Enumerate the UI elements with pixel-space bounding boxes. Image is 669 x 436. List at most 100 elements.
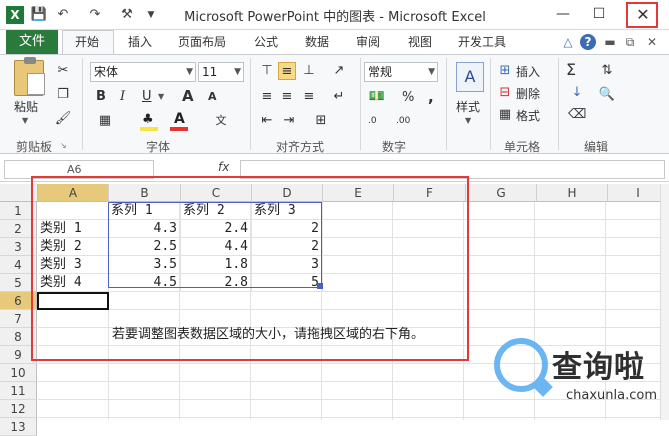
delete-cells-button[interactable]: 删除 xyxy=(516,85,540,102)
clear-icon[interactable]: ⌫ xyxy=(568,106,586,124)
bold-button[interactable]: B xyxy=(96,89,106,104)
italic-button[interactable]: I xyxy=(120,89,125,104)
workbook-restore-icon[interactable]: ⧉ xyxy=(622,34,638,50)
watermark-url: chaxunla.com xyxy=(566,388,657,403)
format-painter-icon[interactable]: 🖌 xyxy=(54,110,72,128)
number-format-value: 常规 xyxy=(368,65,393,79)
group-separator xyxy=(82,58,83,150)
cut-icon[interactable]: ✂ xyxy=(54,62,72,80)
styles-dropdown-icon[interactable]: ▼ xyxy=(465,116,471,125)
styles-button[interactable]: 样式 xyxy=(456,98,480,115)
tab-formulas[interactable]: 公式 xyxy=(254,30,278,54)
format-cells-button[interactable]: 格式 xyxy=(516,107,540,124)
chevron-down-icon: ▼ xyxy=(186,67,193,77)
column-header-g[interactable]: G xyxy=(466,184,537,202)
grow-font-button[interactable]: A xyxy=(182,87,194,105)
percent-button[interactable]: % xyxy=(402,90,414,105)
underline-button[interactable]: U xyxy=(142,89,152,104)
redo-icon[interactable]: ↷ xyxy=(86,6,104,24)
maximize-button[interactable]: ☐ xyxy=(584,2,614,26)
align-middle-icon[interactable]: ≡ xyxy=(278,62,296,80)
undo-icon[interactable]: ↶ xyxy=(54,6,72,24)
row-header-11[interactable]: 11 xyxy=(0,382,37,400)
workbook-close-icon[interactable]: ✕ xyxy=(644,34,660,50)
number-format-combo[interactable]: 常规 ▼ xyxy=(364,62,438,82)
tab-home[interactable]: 开始 xyxy=(75,30,99,54)
align-left-icon[interactable]: ≡ xyxy=(258,88,276,106)
find-select-icon[interactable]: 🔍 xyxy=(598,86,616,104)
font-name-value: 宋体 xyxy=(94,65,119,79)
paste-label[interactable]: 粘贴 xyxy=(14,98,38,115)
align-top-icon[interactable]: ⊤ xyxy=(258,62,276,80)
wrap-text-icon[interactable]: ↵ xyxy=(330,88,348,106)
row-header-10[interactable]: 10 xyxy=(0,364,37,382)
chevron-down-icon: ▼ xyxy=(234,67,241,77)
comma-button[interactable]: , xyxy=(428,88,434,106)
copy-icon[interactable]: ❐ xyxy=(54,86,72,104)
tab-review[interactable]: 审阅 xyxy=(356,30,380,54)
autosum-button[interactable]: Σ xyxy=(566,60,576,79)
orientation-icon[interactable]: ↗ xyxy=(330,62,348,80)
insert-cells-button[interactable]: 插入 xyxy=(516,63,540,80)
row-header-12[interactable]: 12 xyxy=(0,400,37,418)
insert-cells-icon[interactable]: ⊞ xyxy=(496,62,514,80)
highlight-box-data xyxy=(31,176,469,361)
fill-color-icon[interactable]: ♣ xyxy=(140,112,158,131)
sort-filter-icon[interactable]: ⇅ xyxy=(598,62,616,80)
group-separator xyxy=(446,58,447,150)
delete-cells-icon[interactable]: ⊟ xyxy=(496,84,514,102)
tab-page-layout[interactable]: 页面布局 xyxy=(178,30,226,54)
save-icon[interactable]: 💾 xyxy=(30,6,48,24)
borders-icon[interactable]: ▦ xyxy=(96,112,114,130)
group-label-cells: 单元格 xyxy=(504,140,541,154)
tab-developer[interactable]: 开发工具 xyxy=(458,30,506,54)
group-label-clipboard: 剪贴板 xyxy=(16,140,53,154)
tab-file[interactable]: 文件 xyxy=(6,30,58,54)
merge-center-icon[interactable]: ⊞ xyxy=(312,112,330,130)
window-title: Microsoft PowerPoint 中的图表 - Microsoft Ex… xyxy=(184,10,486,25)
tab-data[interactable]: 数据 xyxy=(305,30,329,54)
font-size-value: 11 xyxy=(202,65,218,79)
tab-view[interactable]: 视图 xyxy=(408,30,432,54)
decrease-indent-icon[interactable]: ⇤ xyxy=(258,112,276,130)
customize-icon[interactable]: ▼ xyxy=(142,6,160,24)
watermark-text: 查询啦 xyxy=(552,350,645,385)
paste-dropdown-icon[interactable]: ▼ xyxy=(22,116,28,125)
group-separator xyxy=(558,58,559,150)
minimize-button[interactable]: — xyxy=(548,2,578,26)
align-center-icon[interactable]: ≡ xyxy=(278,88,296,106)
paste-icon[interactable] xyxy=(14,57,45,96)
decrease-decimal-button[interactable]: .00 xyxy=(396,116,410,126)
group-separator xyxy=(360,58,361,150)
clipboard-launcher-icon[interactable]: ↘ xyxy=(60,141,67,150)
help-icon[interactable]: ? xyxy=(580,34,596,50)
font-name-combo[interactable]: 宋体 ▼ xyxy=(90,62,196,82)
font-size-combo[interactable]: 11 ▼ xyxy=(198,62,244,82)
group-label-alignment: 对齐方式 xyxy=(276,140,325,154)
column-header-h[interactable]: H xyxy=(537,184,608,202)
phonetic-icon[interactable]: 文 xyxy=(212,112,230,130)
vertical-scrollbar[interactable] xyxy=(660,184,669,420)
group-label-editing: 编辑 xyxy=(584,140,609,154)
tools-icon[interactable]: ⚒ xyxy=(118,6,136,24)
chevron-down-icon: ▼ xyxy=(428,67,435,77)
shrink-font-button[interactable]: A xyxy=(208,90,217,103)
row-header-13[interactable]: 13 xyxy=(0,418,37,436)
increase-indent-icon[interactable]: ⇥ xyxy=(280,112,298,130)
align-right-icon[interactable]: ≡ xyxy=(300,88,318,106)
tab-insert[interactable]: 插入 xyxy=(128,30,152,54)
currency-icon[interactable]: 💵 xyxy=(368,88,386,106)
fill-icon[interactable]: ↓ xyxy=(568,84,586,102)
workbook-minimize-icon[interactable]: ▬ xyxy=(602,34,618,50)
close-button[interactable]: ✕ xyxy=(628,3,658,27)
increase-decimal-button[interactable]: .0 xyxy=(368,116,377,126)
group-separator xyxy=(250,58,251,150)
format-cells-icon[interactable]: ▦ xyxy=(496,106,514,124)
group-label-number: 数字 xyxy=(382,140,407,154)
underline-dropdown-icon[interactable]: ▼ xyxy=(158,92,164,101)
align-bottom-icon[interactable]: ⊥ xyxy=(300,62,318,80)
styles-icon[interactable]: A xyxy=(456,62,484,92)
minimize-ribbon-icon[interactable]: △ xyxy=(560,34,576,50)
font-color-icon[interactable]: A xyxy=(170,111,188,131)
excel-logo-icon: X xyxy=(6,6,24,24)
